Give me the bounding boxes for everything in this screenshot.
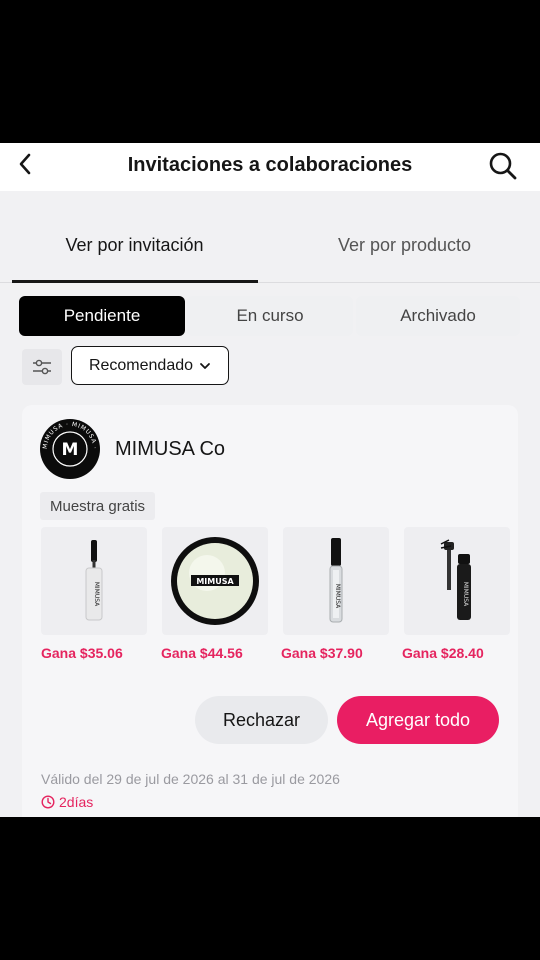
app-screen: Invitaciones a colaboraciones Ver por in… (0, 143, 540, 817)
chevron-down-icon (200, 362, 210, 369)
tab-by-invitation[interactable]: Ver por invitación (12, 235, 257, 256)
earn-amount: Gana $28.40 (402, 645, 484, 661)
search-icon[interactable] (488, 151, 518, 181)
earn-amount: Gana $35.06 (41, 645, 123, 661)
free-sample-badge: Muestra gratis (40, 492, 156, 520)
time-remaining: 2días (41, 794, 93, 810)
svg-text:MIMUSA: MIMUSA (334, 584, 341, 609)
mascara-image: MIMUSA (85, 540, 103, 621)
validity-text: Válido del 29 de jul de 2026 al 31 de ju… (41, 771, 340, 787)
brow-gel-image: MIMUSA (329, 538, 343, 623)
sort-label: Recomendado (88, 356, 194, 374)
reject-button[interactable]: Rechazar (195, 696, 328, 744)
product-thumbnail[interactable]: MIMUSA (404, 527, 510, 635)
product-thumbnail[interactable]: MIMUSA (162, 527, 268, 635)
tab-by-product[interactable]: Ver por producto (282, 235, 527, 256)
earn-amount: Gana $44.56 (161, 645, 243, 661)
days-left-label: 2días (59, 794, 94, 810)
page-title: Invitaciones a colaboraciones (127, 154, 413, 176)
segment-pending[interactable]: Pendiente (19, 296, 185, 336)
segment-archived[interactable]: Archivado (356, 296, 520, 336)
view-tabs: Ver por invitación Ver por producto (0, 191, 540, 283)
filter-button[interactable] (22, 349, 62, 385)
add-all-button[interactable]: Agregar todo (337, 696, 499, 744)
black-mascara-image: MIMUSA (440, 539, 471, 620)
segment-in-progress[interactable]: En curso (187, 296, 353, 336)
svg-text:MIMUSA: MIMUSA (196, 577, 234, 586)
sort-dropdown[interactable]: Recomendado (71, 346, 229, 385)
sliders-icon (33, 359, 51, 375)
logo-letter: M (62, 440, 79, 460)
earn-amount: Gana $37.90 (281, 645, 363, 661)
svg-text:MIMUSA: MIMUSA (93, 582, 100, 607)
brand-logo[interactable]: MIMUSA · MIMUSA · M (40, 419, 100, 479)
product-thumbnail[interactable]: MIMUSA (41, 527, 147, 635)
compact-powder-image: MIMUSA (171, 537, 259, 625)
top-bar: Invitaciones a colaboraciones (0, 143, 540, 191)
clock-icon (41, 795, 55, 809)
product-thumbnail[interactable]: MIMUSA (283, 527, 389, 635)
brand-name[interactable]: MIMUSA Co (115, 438, 225, 461)
active-tab-indicator (12, 280, 258, 283)
invitation-card: MIMUSA · MIMUSA · M MIMUSA Co Muestra gr… (22, 405, 518, 817)
svg-text:MIMUSA: MIMUSA (462, 582, 469, 607)
